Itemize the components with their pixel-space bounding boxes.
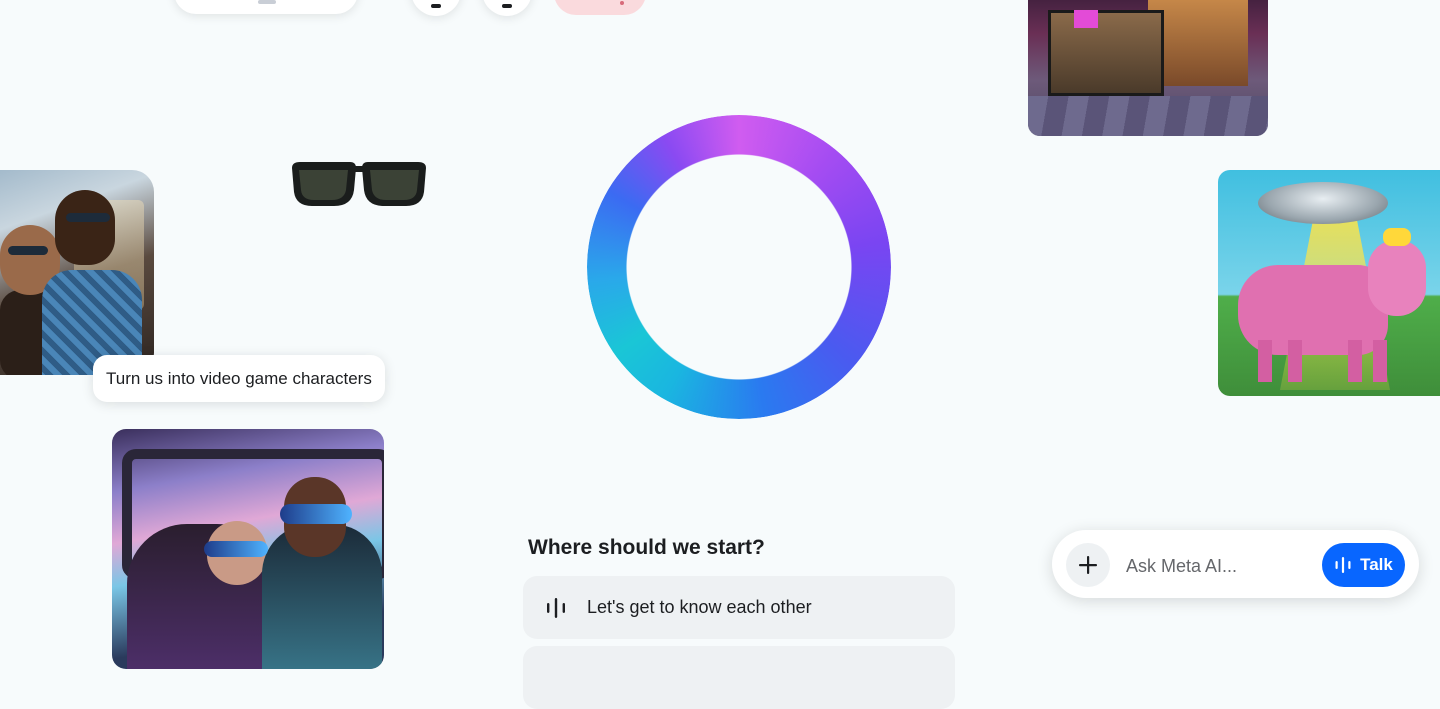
talk-label: Talk <box>1360 555 1393 574</box>
video-game-characters-image <box>112 429 384 669</box>
add-button[interactable] <box>1066 543 1110 587</box>
ask-bar: Talk <box>1052 530 1419 598</box>
pill-glyph-fragment <box>620 1 624 5</box>
man-face <box>55 190 115 265</box>
round-button-partial[interactable] <box>411 0 461 16</box>
example-prompt-bubble[interactable]: Turn us into video game characters <box>93 355 385 402</box>
pink-pill-partial[interactable] <box>554 0 646 15</box>
girl-visor <box>204 541 268 557</box>
cow-bow <box>1383 228 1411 246</box>
pink-cow-ufo-image <box>1218 170 1440 396</box>
boy-visor <box>280 504 352 524</box>
start-heading: Where should we start? <box>528 536 765 559</box>
ask-meta-ai-input[interactable] <box>1124 548 1308 584</box>
sunglasses-image <box>292 162 426 206</box>
voice-bars-icon <box>547 597 565 618</box>
example-prompt-text: Turn us into video game characters <box>106 368 372 388</box>
button-glyph-fragment <box>502 4 512 8</box>
truck-window <box>1074 10 1098 28</box>
pill-text-fragment <box>258 0 276 4</box>
cow-head <box>1368 240 1426 316</box>
voice-bars-icon <box>1335 557 1351 573</box>
meta-ai-ring-icon <box>587 115 891 419</box>
suggestion-label: Let's get to know each other <box>587 597 812 617</box>
street-ground <box>1028 96 1268 136</box>
round-button-partial[interactable] <box>482 0 532 16</box>
talk-button[interactable]: Talk <box>1322 543 1405 587</box>
suggestion-partial[interactable] <box>523 646 955 709</box>
button-glyph-fragment <box>431 4 441 8</box>
food-truck <box>1048 10 1164 96</box>
cow-leg <box>1288 340 1302 382</box>
prompt-pill-partial[interactable] <box>174 0 358 14</box>
suggestion-get-to-know[interactable]: Let's get to know each other <box>523 576 955 639</box>
man-sunglasses <box>66 213 110 222</box>
ufo <box>1258 182 1388 224</box>
couple-photo-card <box>0 170 154 375</box>
cow-leg <box>1258 340 1272 382</box>
cow-leg <box>1348 340 1362 382</box>
plus-icon <box>1079 556 1097 574</box>
pixel-food-truck-image <box>1028 0 1268 136</box>
woman-sunglasses <box>8 246 48 255</box>
cow-leg <box>1373 340 1387 382</box>
